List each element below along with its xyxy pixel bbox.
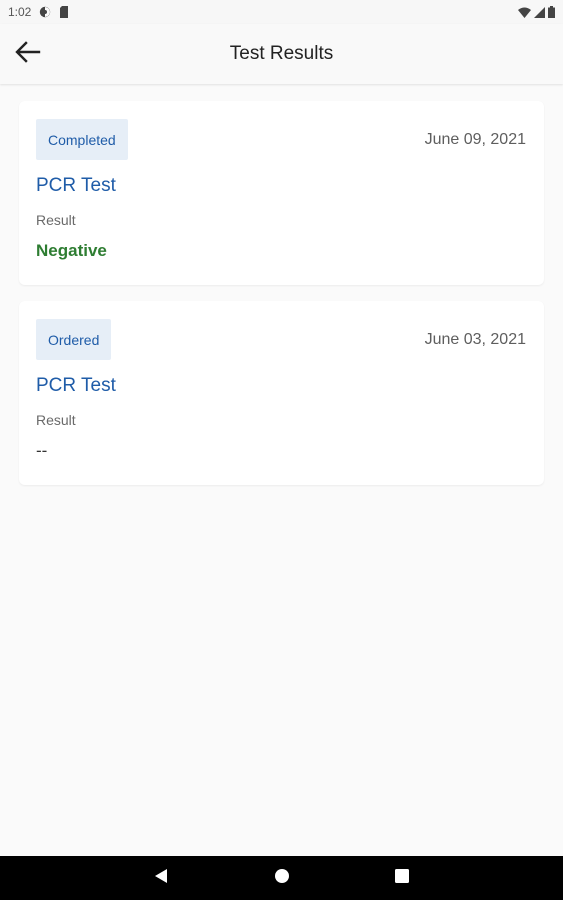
circle-home-icon [274,868,290,889]
wifi-icon [518,7,531,18]
test-name: PCR Test [36,375,116,396]
battery-icon [548,6,555,18]
test-result-card[interactable]: Ordered June 03, 2021 PCR Test Result -- [19,301,544,485]
test-results-list: Completed June 09, 2021 PCR Test Result … [19,101,544,501]
square-recents-icon [395,868,409,888]
result-label: Result [36,212,76,228]
status-right [518,6,563,18]
test-date: June 03, 2021 [424,331,526,348]
arrow-left-icon [15,40,41,68]
page-title: Test Results [229,43,334,64]
triangle-back-icon [154,868,168,889]
status-badge: Completed [36,119,128,160]
nav-back-button[interactable] [137,856,185,900]
data-saver-icon [39,6,51,18]
result-value: Negative [36,241,107,260]
app-bar: Test Results [0,24,563,84]
sd-card-icon [59,6,69,18]
nav-home-button[interactable] [258,856,306,900]
nav-recents-button[interactable] [378,856,426,900]
result-label: Result [36,412,76,428]
screen: 1:02 Test Results Completed June 09, 202… [0,0,563,900]
status-time: 1:02 [8,5,32,19]
test-date: June 09, 2021 [424,131,526,148]
status-left: 1:02 [0,5,69,19]
back-button[interactable] [4,30,52,78]
cell-signal-icon [534,6,545,18]
system-nav-bar [0,856,563,900]
test-result-card[interactable]: Completed June 09, 2021 PCR Test Result … [19,101,544,285]
status-badge: Ordered [36,319,112,360]
test-name: PCR Test [36,175,116,196]
result-value: -- [36,441,48,460]
status-bar: 1:02 [0,0,563,24]
